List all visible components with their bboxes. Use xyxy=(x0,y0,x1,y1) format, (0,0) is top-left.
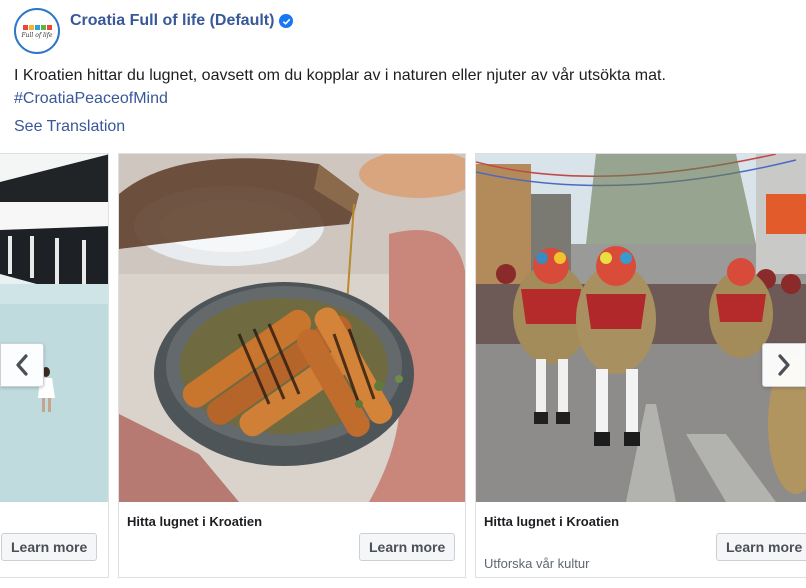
carousel-next-button[interactable] xyxy=(762,343,806,387)
beach-photo xyxy=(0,154,108,502)
chevron-left-icon xyxy=(16,354,28,376)
card-description: Utforska vår kultur xyxy=(484,556,590,571)
food-photo xyxy=(119,154,465,502)
post-text: I Kroatien hittar du lugnet, oavsett om … xyxy=(14,67,666,84)
learn-more-button[interactable]: Learn more xyxy=(1,533,98,561)
learn-more-button[interactable]: Learn more xyxy=(716,533,806,561)
carousel-card[interactable]: Hitta lugnet i Kroatien Learn more Utfor… xyxy=(475,153,806,578)
carousel-prev-button[interactable] xyxy=(0,343,44,387)
verified-badge-icon xyxy=(279,14,294,28)
post-message: I Kroatien hittar du lugnet, oavsett om … xyxy=(14,64,666,110)
learn-more-button[interactable]: Learn more xyxy=(359,533,456,561)
parade-photo xyxy=(476,154,806,502)
carousel-card[interactable]: Hitta lugnet i Kroatien Learn more xyxy=(118,153,466,578)
croatia-logo-icon xyxy=(22,25,52,30)
post-header: Full of life Croatia Full of life (Defau… xyxy=(14,8,294,54)
card-title: Hitta lugnet i Kroatien xyxy=(484,514,620,529)
page-name-link[interactable]: Croatia Full of life (Default) xyxy=(70,12,274,30)
hashtag-link[interactable]: #CroatiaPeaceofMind xyxy=(14,87,666,110)
page-avatar[interactable]: Full of life xyxy=(14,8,60,54)
card-title: Hitta lugnet i Kroatien xyxy=(127,514,263,529)
avatar-text: Full of life xyxy=(21,32,53,39)
see-translation-link[interactable]: See Translation xyxy=(14,118,125,136)
ad-carousel: Learn more Hitta lugnet i Kroatien Learn… xyxy=(0,153,806,588)
chevron-right-icon xyxy=(778,354,790,376)
